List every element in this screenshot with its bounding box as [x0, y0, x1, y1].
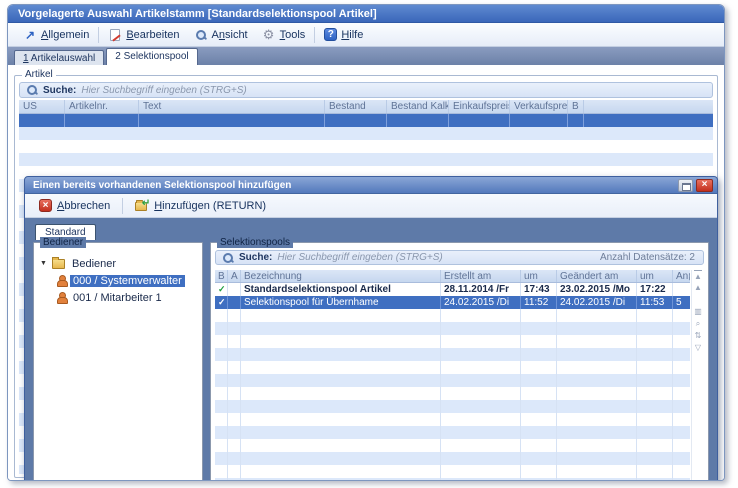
cancel-x-icon: × — [39, 199, 52, 212]
menu-separator — [98, 27, 99, 43]
artikel-group-label: Artikel — [22, 69, 56, 80]
pools-empty-row — [215, 374, 690, 387]
toolbar-separator — [122, 198, 123, 214]
tree-item-systemverwalter[interactable]: 000 / Systemverwalter — [56, 272, 198, 289]
app-window: Vorgelagerte Auswahl Artikelstamm [Stand… — [7, 4, 725, 481]
pools-empty-row — [215, 387, 690, 400]
pools-empty-row — [215, 335, 690, 348]
tree-expander-icon[interactable]: ▼ — [40, 260, 48, 267]
dialog-titlebar: Einen bereits vorhandenen Selektionspool… — [25, 177, 717, 194]
add-folder-icon: ↵ — [135, 200, 149, 212]
search-icon — [222, 252, 234, 264]
add-selektionspool-dialog: Einen bereits vorhandenen Selektionspool… — [24, 176, 718, 481]
pools-empty-row — [215, 361, 690, 374]
artikel-search-input[interactable]: Suche: Hier Suchbegriff eingeben (STRG+S… — [19, 82, 713, 98]
menu-bearbeiten[interactable]: Bearbeiten — [101, 26, 186, 43]
cancel-button[interactable]: × Abbrechen — [33, 197, 116, 214]
dialog-toolbar: × Abbrechen ↵ Hinzufügen (RETURN) — [25, 194, 717, 218]
pools-empty-row — [215, 348, 690, 361]
pools-search-placeholder: Hier Suchbegriff eingeben (STRG+S) — [277, 252, 595, 263]
selektionspools-panel: Selektionspools Suche: Hier Suchbegriff … — [210, 242, 709, 481]
artikel-column-headers[interactable]: US Artikelnr. Text Bestand Bestand Kalk.… — [19, 100, 713, 114]
person-icon — [56, 275, 66, 286]
magnifier-icon — [194, 28, 208, 41]
pools-empty-row — [215, 426, 690, 439]
filter-icon[interactable]: ▽ — [695, 342, 701, 354]
checkmark-icon: ✓ — [218, 284, 226, 295]
person-icon — [56, 292, 66, 303]
menu-hilfe[interactable]: ? Hilfe — [317, 26, 370, 43]
pools-empty-row — [215, 439, 690, 452]
zoom-icon[interactable]: ⌕ — [696, 318, 700, 330]
columns-icon[interactable]: ▥ — [694, 306, 702, 318]
tab-artikelauswahl[interactable]: 1 Artikelauswahl — [14, 50, 104, 65]
pool-row-standardselektionspool[interactable]: ✓ Standardselektionspool Artikel 28.11.2… — [215, 283, 690, 296]
bediener-group-label: Bediener — [40, 237, 86, 248]
selektionspools-group-label: Selektionspools — [217, 237, 293, 248]
pools-empty-row — [215, 413, 690, 426]
menu-separator — [314, 27, 315, 43]
folder-icon — [52, 259, 65, 269]
go-first-icon[interactable]: ▲ — [694, 270, 702, 282]
tree-item-mitarbeiter1[interactable]: 001 / Mitarbeiter 1 — [56, 289, 198, 306]
desktop: Vorgelagerte Auswahl Artikelstamm [Stand… — [0, 0, 738, 488]
pools-empty-rows — [215, 309, 690, 481]
window-title: Vorgelagerte Auswahl Artikelstamm [Stand… — [18, 8, 377, 20]
artikel-search-placeholder: Hier Suchbegriff eingeben (STRG+S) — [81, 85, 706, 96]
bediener-panel: Bediener ▼ Bediener — [33, 242, 203, 481]
arrow-up-right-icon: ↗ — [23, 28, 37, 41]
pool-row-uebernhame-selected[interactable]: ✓ Selektionspool für Übernhame 24.02.201… — [215, 296, 690, 309]
tree-root-bediener[interactable]: ▼ Bediener — [40, 255, 198, 272]
pools-empty-row — [215, 452, 690, 465]
grid-side-toolbar: ▲ ▲ ▥ ⌕ ⇅ ▽ ▼ ◆ ▼ — [691, 270, 704, 481]
menu-tools[interactable]: ⚙ Tools — [255, 26, 313, 43]
window-titlebar: Vorgelagerte Auswahl Artikelstamm [Stand… — [8, 5, 724, 23]
edit-page-icon — [108, 28, 122, 41]
pools-grid: B A Bezeichnung Erstellt am um Geändert … — [215, 270, 690, 481]
dialog-title: Einen bereits vorhandenen Selektionspool… — [33, 180, 678, 191]
artikel-selected-row[interactable] — [19, 114, 713, 127]
dialog-body: Standard Bediener ▼ Bediener — [25, 218, 717, 481]
help-icon: ? — [324, 28, 337, 41]
gear-icon: ⚙ — [262, 28, 276, 41]
menu-allgemein[interactable]: ↗ Allgemein — [16, 26, 96, 43]
go-previous-icon[interactable]: ▲ — [694, 282, 702, 294]
column-chooser-icon[interactable]: ▤ — [688, 272, 690, 281]
bediener-tree: ▼ Bediener 000 / Systemverwalter — [34, 243, 202, 306]
search-icon — [26, 84, 38, 96]
pools-empty-row — [215, 400, 690, 413]
sort-icon[interactable]: ⇅ — [695, 330, 702, 342]
dialog-close-button[interactable]: × — [696, 179, 713, 192]
pools-empty-row — [215, 322, 690, 335]
dialog-restore-button[interactable] — [678, 179, 693, 192]
pools-empty-row — [215, 478, 690, 481]
pools-search-input[interactable]: Suche: Hier Suchbegriff eingeben (STRG+S… — [215, 250, 704, 265]
checkmark-icon: ✓ — [218, 297, 226, 308]
tab-selektionspool[interactable]: 2 Selektionspool — [106, 48, 197, 65]
pools-empty-row — [215, 465, 690, 478]
menu-ansicht[interactable]: Ansicht — [187, 26, 255, 43]
pools-column-headers[interactable]: B A Bezeichnung Erstellt am um Geändert … — [215, 270, 690, 283]
record-count: Anzahl Datensätze: 2 — [600, 252, 697, 263]
pools-empty-row — [215, 309, 690, 322]
menubar: ↗ Allgemein Bearbeiten Ansicht ⚙ Tools ?… — [8, 23, 724, 47]
tabstrip: 1 Artikelauswahl 2 Selektionspool — [8, 47, 724, 65]
main-content: Artikel Suche: Hier Suchbegriff eingeben… — [8, 65, 724, 481]
add-button[interactable]: ↵ Hinzufügen (RETURN) — [129, 198, 272, 214]
